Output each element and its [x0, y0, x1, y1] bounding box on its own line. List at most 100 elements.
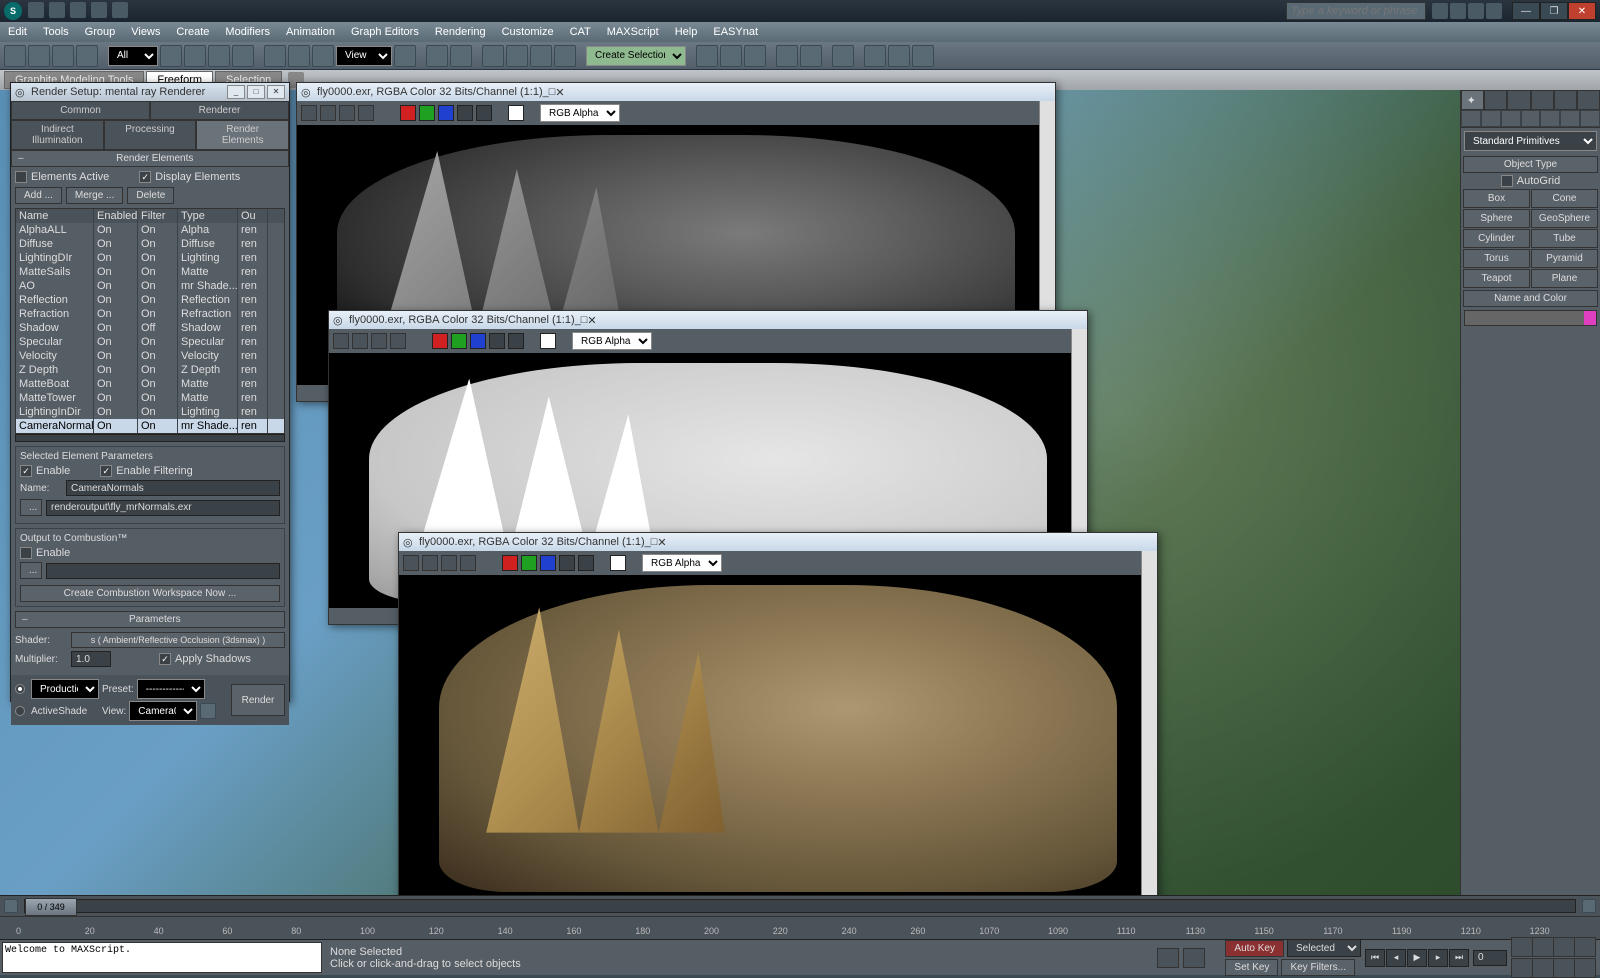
shapes-category-tab[interactable]	[1481, 110, 1501, 127]
motion-panel-tab[interactable]	[1531, 90, 1554, 110]
fb-red-channel-button[interactable]	[400, 105, 416, 121]
current-frame-input[interactable]	[1473, 950, 1507, 966]
enable-element-checkbox[interactable]: ✓	[20, 465, 32, 477]
redo-icon[interactable]	[112, 2, 128, 18]
elements-active-checkbox[interactable]	[15, 171, 27, 183]
table-row[interactable]: LightingDIrOnOnLightingren	[16, 251, 284, 265]
render-production-button[interactable]	[912, 45, 934, 67]
spinner-snap-button[interactable]	[554, 45, 576, 67]
fb-alpha-channel-button[interactable]	[457, 105, 473, 121]
app-logo-icon[interactable]: S	[4, 2, 22, 20]
menu-modifiers[interactable]: Modifiers	[225, 26, 270, 38]
fb-save-icon[interactable]	[333, 333, 349, 349]
move-button[interactable]	[264, 45, 286, 67]
timeline-end-button[interactable]	[1582, 899, 1596, 913]
table-row[interactable]: ShadowOnOffShadowren	[16, 321, 284, 335]
dialog-close-button[interactable]: ✕	[267, 85, 285, 99]
framebuffer-3-titlebar[interactable]: ◎fly0000.exr, RGBA Color 32 Bits/Channel…	[399, 533, 1157, 551]
time-ruler[interactable]: 0204060801001201401601802002202402601070…	[0, 916, 1600, 938]
close-button[interactable]: ✕	[1568, 2, 1596, 20]
object-color-swatch[interactable]	[1464, 310, 1597, 326]
menu-customize[interactable]: Customize	[502, 26, 554, 38]
combustion-enable-checkbox[interactable]	[20, 547, 32, 559]
fb-clone-icon[interactable]	[441, 555, 457, 571]
select-manipulate-button[interactable]	[426, 45, 448, 67]
favorites-icon[interactable]	[1468, 3, 1484, 19]
table-row[interactable]: MatteTowerOnOnMatteren	[16, 391, 284, 405]
fb-clear-icon[interactable]	[390, 333, 406, 349]
fb-copy-icon[interactable]	[320, 105, 336, 121]
keyboard-shortcut-button[interactable]	[450, 45, 472, 67]
tab-processing[interactable]: Processing	[104, 120, 197, 150]
rendered-frame-button[interactable]	[888, 45, 910, 67]
browse-output-button[interactable]: ...	[20, 499, 42, 516]
undo-icon[interactable]	[91, 2, 107, 18]
table-row[interactable]: ReflectionOnOnReflectionren	[16, 293, 284, 307]
fb-mono-channel-button[interactable]	[476, 105, 492, 121]
minimize-button[interactable]: —	[1512, 2, 1540, 20]
fb-mono-channel-button[interactable]	[578, 555, 594, 571]
fb3-channel-dropdown[interactable]: RGB Alpha	[642, 554, 722, 572]
utilities-panel-tab[interactable]	[1577, 90, 1600, 110]
fb2-close-button[interactable]: ✕	[587, 314, 596, 327]
hierarchy-panel-tab[interactable]	[1507, 90, 1530, 110]
mirror-button[interactable]	[696, 45, 718, 67]
prim-torus[interactable]: Torus	[1463, 249, 1530, 268]
fb-color-swatch[interactable]	[508, 105, 524, 121]
create-panel-tab[interactable]: ✦	[1461, 90, 1484, 110]
window-crossing-button[interactable]	[232, 45, 254, 67]
next-frame-button[interactable]: ▸	[1428, 949, 1448, 967]
select-by-name-button[interactable]	[184, 45, 206, 67]
shader-button[interactable]: s ( Ambient/Reflective Occlusion (3dsmax…	[71, 632, 285, 648]
fb-clear-icon[interactable]	[460, 555, 476, 571]
key-filter-dropdown[interactable]: Selected	[1287, 939, 1361, 957]
modify-panel-tab[interactable]	[1484, 90, 1507, 110]
new-icon[interactable]	[28, 2, 44, 18]
table-row[interactable]: DiffuseOnOnDiffuseren	[16, 237, 284, 251]
fb1-channel-dropdown[interactable]: RGB Alpha	[540, 104, 620, 122]
fb-save-icon[interactable]	[301, 105, 317, 121]
prim-cone[interactable]: Cone	[1531, 189, 1598, 208]
autogrid-checkbox[interactable]	[1501, 175, 1513, 187]
fb-blue-channel-button[interactable]	[470, 333, 486, 349]
select-object-button[interactable]	[160, 45, 182, 67]
help-icon[interactable]	[1486, 3, 1502, 19]
select-region-button[interactable]	[208, 45, 230, 67]
fb-green-channel-button[interactable]	[419, 105, 435, 121]
menu-help[interactable]: Help	[675, 26, 698, 38]
fb-color-swatch[interactable]	[610, 555, 626, 571]
render-elements-rollout-header[interactable]: Render Elements	[11, 150, 289, 167]
time-slider-thumb[interactable]: 0 / 349	[25, 898, 77, 916]
fb-clone-icon[interactable]	[371, 333, 387, 349]
rotate-button[interactable]	[288, 45, 310, 67]
tab-render-elements[interactable]: Render Elements	[196, 120, 289, 150]
prim-geosphere[interactable]: GeoSphere	[1531, 209, 1598, 228]
selection-filter-dropdown[interactable]: All	[108, 46, 158, 66]
fb-save-icon[interactable]	[403, 555, 419, 571]
framebuffer-2-titlebar[interactable]: ◎fly0000.exr, RGBA Color 32 Bits/Channel…	[329, 311, 1087, 329]
fb-alpha-channel-button[interactable]	[489, 333, 505, 349]
fb3-max-button[interactable]: □	[651, 536, 658, 548]
fb3-vscroll[interactable]	[1141, 551, 1157, 911]
tab-renderer[interactable]: Renderer	[150, 101, 289, 120]
orbit-button[interactable]	[1553, 958, 1575, 978]
goto-start-button[interactable]: ⏮	[1365, 949, 1385, 967]
tab-common[interactable]: Common	[11, 101, 150, 120]
systems-category-tab[interactable]	[1580, 110, 1600, 127]
table-scrollbar[interactable]	[15, 434, 285, 442]
prim-cylinder[interactable]: Cylinder	[1463, 229, 1530, 248]
combustion-browse-button[interactable]: ...	[20, 562, 42, 579]
link-button[interactable]	[52, 45, 74, 67]
time-slider[interactable]: 0 / 349	[24, 899, 1576, 913]
add-element-button[interactable]: Add ...	[15, 187, 62, 204]
auto-key-button[interactable]: Auto Key	[1225, 940, 1284, 957]
delete-element-button[interactable]: Delete	[127, 187, 174, 204]
maximize-viewport-button[interactable]	[1574, 958, 1596, 978]
fb1-max-button[interactable]: □	[549, 86, 556, 98]
prim-tube[interactable]: Tube	[1531, 229, 1598, 248]
fb-clear-icon[interactable]	[358, 105, 374, 121]
table-row[interactable]: SpecularOnOnSpecularren	[16, 335, 284, 349]
menu-views[interactable]: Views	[131, 26, 160, 38]
use-center-button[interactable]	[394, 45, 416, 67]
prim-box[interactable]: Box	[1463, 189, 1530, 208]
